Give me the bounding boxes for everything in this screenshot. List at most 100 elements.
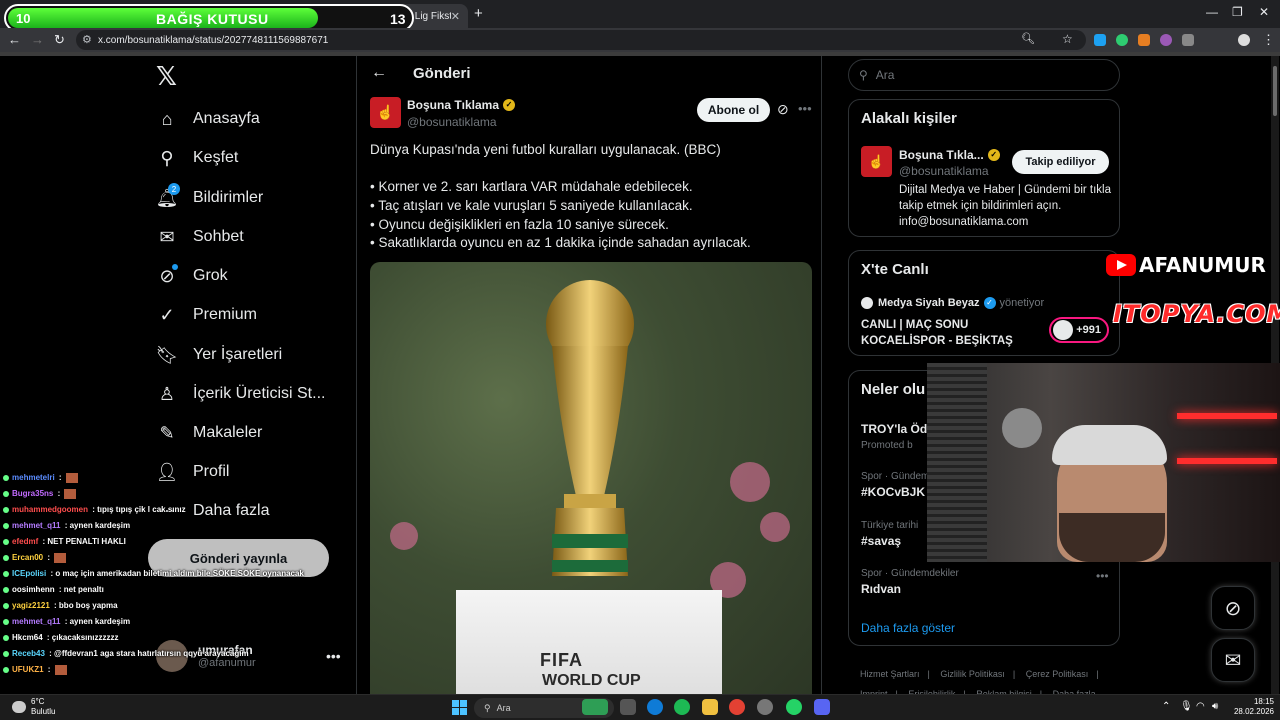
nav-item-creator-studio[interactable]: ♙ İçerik Üreticisi St... (156, 380, 326, 408)
author-name-row[interactable]: Boşuna Tıklama ✓ (407, 98, 516, 112)
extension-icon[interactable] (1160, 34, 1172, 46)
listener-count-pill[interactable]: +991 (1049, 317, 1109, 343)
trend-item[interactable]: Spor · Gündem #KOCvBJK (861, 471, 929, 499)
bookmark-star-icon[interactable]: ☆ (1062, 32, 1073, 46)
chat-message: efedmf : NET PENALTI HAKLI (3, 534, 363, 550)
trend-item[interactable]: TROY'la Öd Promoted b (861, 419, 927, 451)
following-button[interactable]: Takip ediliyor (1012, 150, 1109, 174)
search-icon: ⚲ (859, 68, 868, 82)
more-options-icon[interactable]: ••• (798, 101, 812, 116)
mic-icon[interactable]: 🎙︎ (1180, 701, 1193, 712)
tray-chevron-icon[interactable]: ⌃ (1162, 701, 1170, 712)
desk-lamp (1002, 408, 1042, 448)
weather-widget[interactable]: 6°C Bulutlu (12, 697, 55, 717)
live-title[interactable]: CANLI | MAÇ SONU KOCAELİSPOR - BEŞİKTAŞ (861, 317, 1013, 349)
chat-message: Ercan00 : (3, 550, 363, 566)
taskbar-app-icon[interactable] (757, 699, 773, 715)
brand-text: AFANUMUR (1139, 253, 1266, 277)
card-title: Neler olu (861, 381, 926, 398)
live-host-row[interactable]: Medya Siyah Beyaz ✓ yönetiyor (861, 297, 1044, 309)
x-logo-icon[interactable]: 𝕏 (156, 62, 177, 92)
trend-more-icon[interactable]: ••• (1096, 569, 1109, 583)
back-arrow-icon[interactable]: ← (371, 64, 387, 82)
weather-temp: 6°C (31, 697, 45, 706)
taskbar-clock[interactable]: 18:15 28.02.2026 (1228, 697, 1274, 717)
taskbar-app-icon[interactable] (582, 699, 608, 715)
task-view-icon[interactable] (620, 699, 636, 715)
host-name: Medya Siyah Beyaz (878, 297, 980, 309)
trend-item[interactable]: Türkiye tarihi #savaş (861, 520, 918, 548)
url-field[interactable]: ⚙ x.com/bosunatiklama/status/20277481115… (76, 30, 1086, 50)
nav-item-notifications[interactable]: 🔔︎ 2 Bildirimler (156, 183, 263, 212)
donation-current: 10 (16, 11, 31, 26)
nav-item-grok[interactable]: ⊘ Grok (156, 262, 228, 290)
nav-item-articles[interactable]: ✎ Makaleler (156, 419, 262, 447)
webcam-overlay (927, 363, 1280, 562)
edge-icon[interactable] (647, 699, 663, 715)
wifi-icon[interactable]: ◠ (1196, 701, 1205, 712)
chat-text: çıkacaksınızzzzzz (51, 633, 119, 642)
footer-link[interactable]: Çerez Politikası (1026, 669, 1089, 679)
nav-item-home[interactable]: ⌂ Anasayfa (156, 105, 260, 133)
site-info-icon[interactable]: ⚙ (82, 33, 92, 46)
minimize-button[interactable]: — (1206, 5, 1218, 19)
trend-item[interactable]: Spor · Gündemdekiler Rıdvan (861, 568, 959, 596)
maximize-button[interactable]: ❐ (1232, 5, 1243, 19)
tab-close-icon[interactable]: ✕ (451, 10, 460, 23)
extension-icon[interactable] (1094, 34, 1106, 46)
trend-topic: #KOCvBJK (861, 485, 926, 499)
discord-icon[interactable] (814, 699, 830, 715)
show-more-link[interactable]: Daha fazla göster (861, 621, 955, 635)
trend-topic: TROY'la Öd (861, 422, 928, 436)
world-cup-trophy-icon (546, 280, 634, 576)
chat-message: oosimhenn : net penaltı (3, 582, 363, 598)
chat-username: oosimhenn (12, 585, 55, 594)
related-avatar[interactable]: ☝ (861, 146, 892, 177)
extension-icon[interactable] (1138, 34, 1150, 46)
reload-icon[interactable]: ↻ (54, 32, 65, 48)
related-bio: Dijital Medya ve Haber | Gündemi bir tık… (899, 184, 1111, 228)
live-title-line: KOCAELİSPOR - BEŞİKTAŞ (861, 335, 1013, 347)
card-title: Alakalı kişiler (861, 110, 957, 127)
new-tab-button[interactable]: + (474, 5, 483, 22)
scrollbar-thumb[interactable] (1273, 66, 1277, 116)
extensions-puzzle-icon[interactable] (1182, 34, 1194, 46)
post-image[interactable]: FIFA WORLD CUP (370, 262, 812, 720)
chat-message: mehmet_q11 : aynen kardeşim (3, 614, 363, 630)
close-window-button[interactable]: ✕ (1259, 5, 1269, 19)
nav-item-bookmarks[interactable]: 🔖︎ Yer İşaretleri (156, 341, 283, 369)
chat-username: Receb43 (12, 649, 45, 658)
weather-desc: Bulutlu (31, 707, 56, 716)
nav-item-premium[interactable]: ✓ Premium (156, 301, 257, 329)
file-explorer-icon[interactable] (702, 699, 718, 715)
forward-arrow-icon[interactable]: → (31, 32, 44, 47)
extension-icon[interactable] (1116, 34, 1128, 46)
whatsapp-icon[interactable] (786, 699, 802, 715)
nav-item-messages[interactable]: ✉ Sohbet (156, 223, 243, 251)
messages-fab-button[interactable]: ✉ (1211, 638, 1255, 682)
author-avatar[interactable]: ☝ (370, 97, 401, 128)
chrome-icon[interactable] (729, 699, 745, 715)
footer-link[interactable]: Hizmet Şartları (860, 669, 920, 679)
profile-avatar-icon[interactable] (1238, 34, 1250, 46)
author-name: Boşuna Tıklama (407, 98, 500, 112)
related-name-row[interactable]: Boşuna Tıkla... ✓ (899, 148, 1000, 162)
volume-icon[interactable]: 🔊︎ (1212, 701, 1218, 712)
subscribe-button[interactable]: Abone ol (697, 98, 770, 122)
zoom-icon[interactable]: 🔍︎ (1021, 32, 1035, 45)
back-arrow-icon[interactable]: ← (8, 32, 21, 47)
chat-badge-icon (3, 490, 9, 497)
nav-label: İçerik Üreticisi St... (193, 385, 326, 402)
nav-item-explore[interactable]: ⚲ Keşfet (156, 144, 238, 172)
streamer-beard (1059, 513, 1165, 562)
browser-menu-icon[interactable]: ⋮ (1262, 32, 1275, 48)
windows-start-icon[interactable] (452, 700, 467, 715)
spotify-icon[interactable] (674, 699, 690, 715)
search-input[interactable]: ⚲ Ara (848, 59, 1120, 91)
chat-badge-icon (3, 634, 9, 641)
footer-link[interactable]: Gizlilik Politikası (940, 669, 1005, 679)
post-text-line: • Sakatlıklarda oyuncu en az 1 dakika iç… (370, 235, 751, 250)
chat-username: mehmet_q11 (12, 521, 61, 530)
grok-icon[interactable]: ⊘ (777, 101, 789, 118)
grok-fab-button[interactable]: ⊘ (1211, 586, 1255, 630)
